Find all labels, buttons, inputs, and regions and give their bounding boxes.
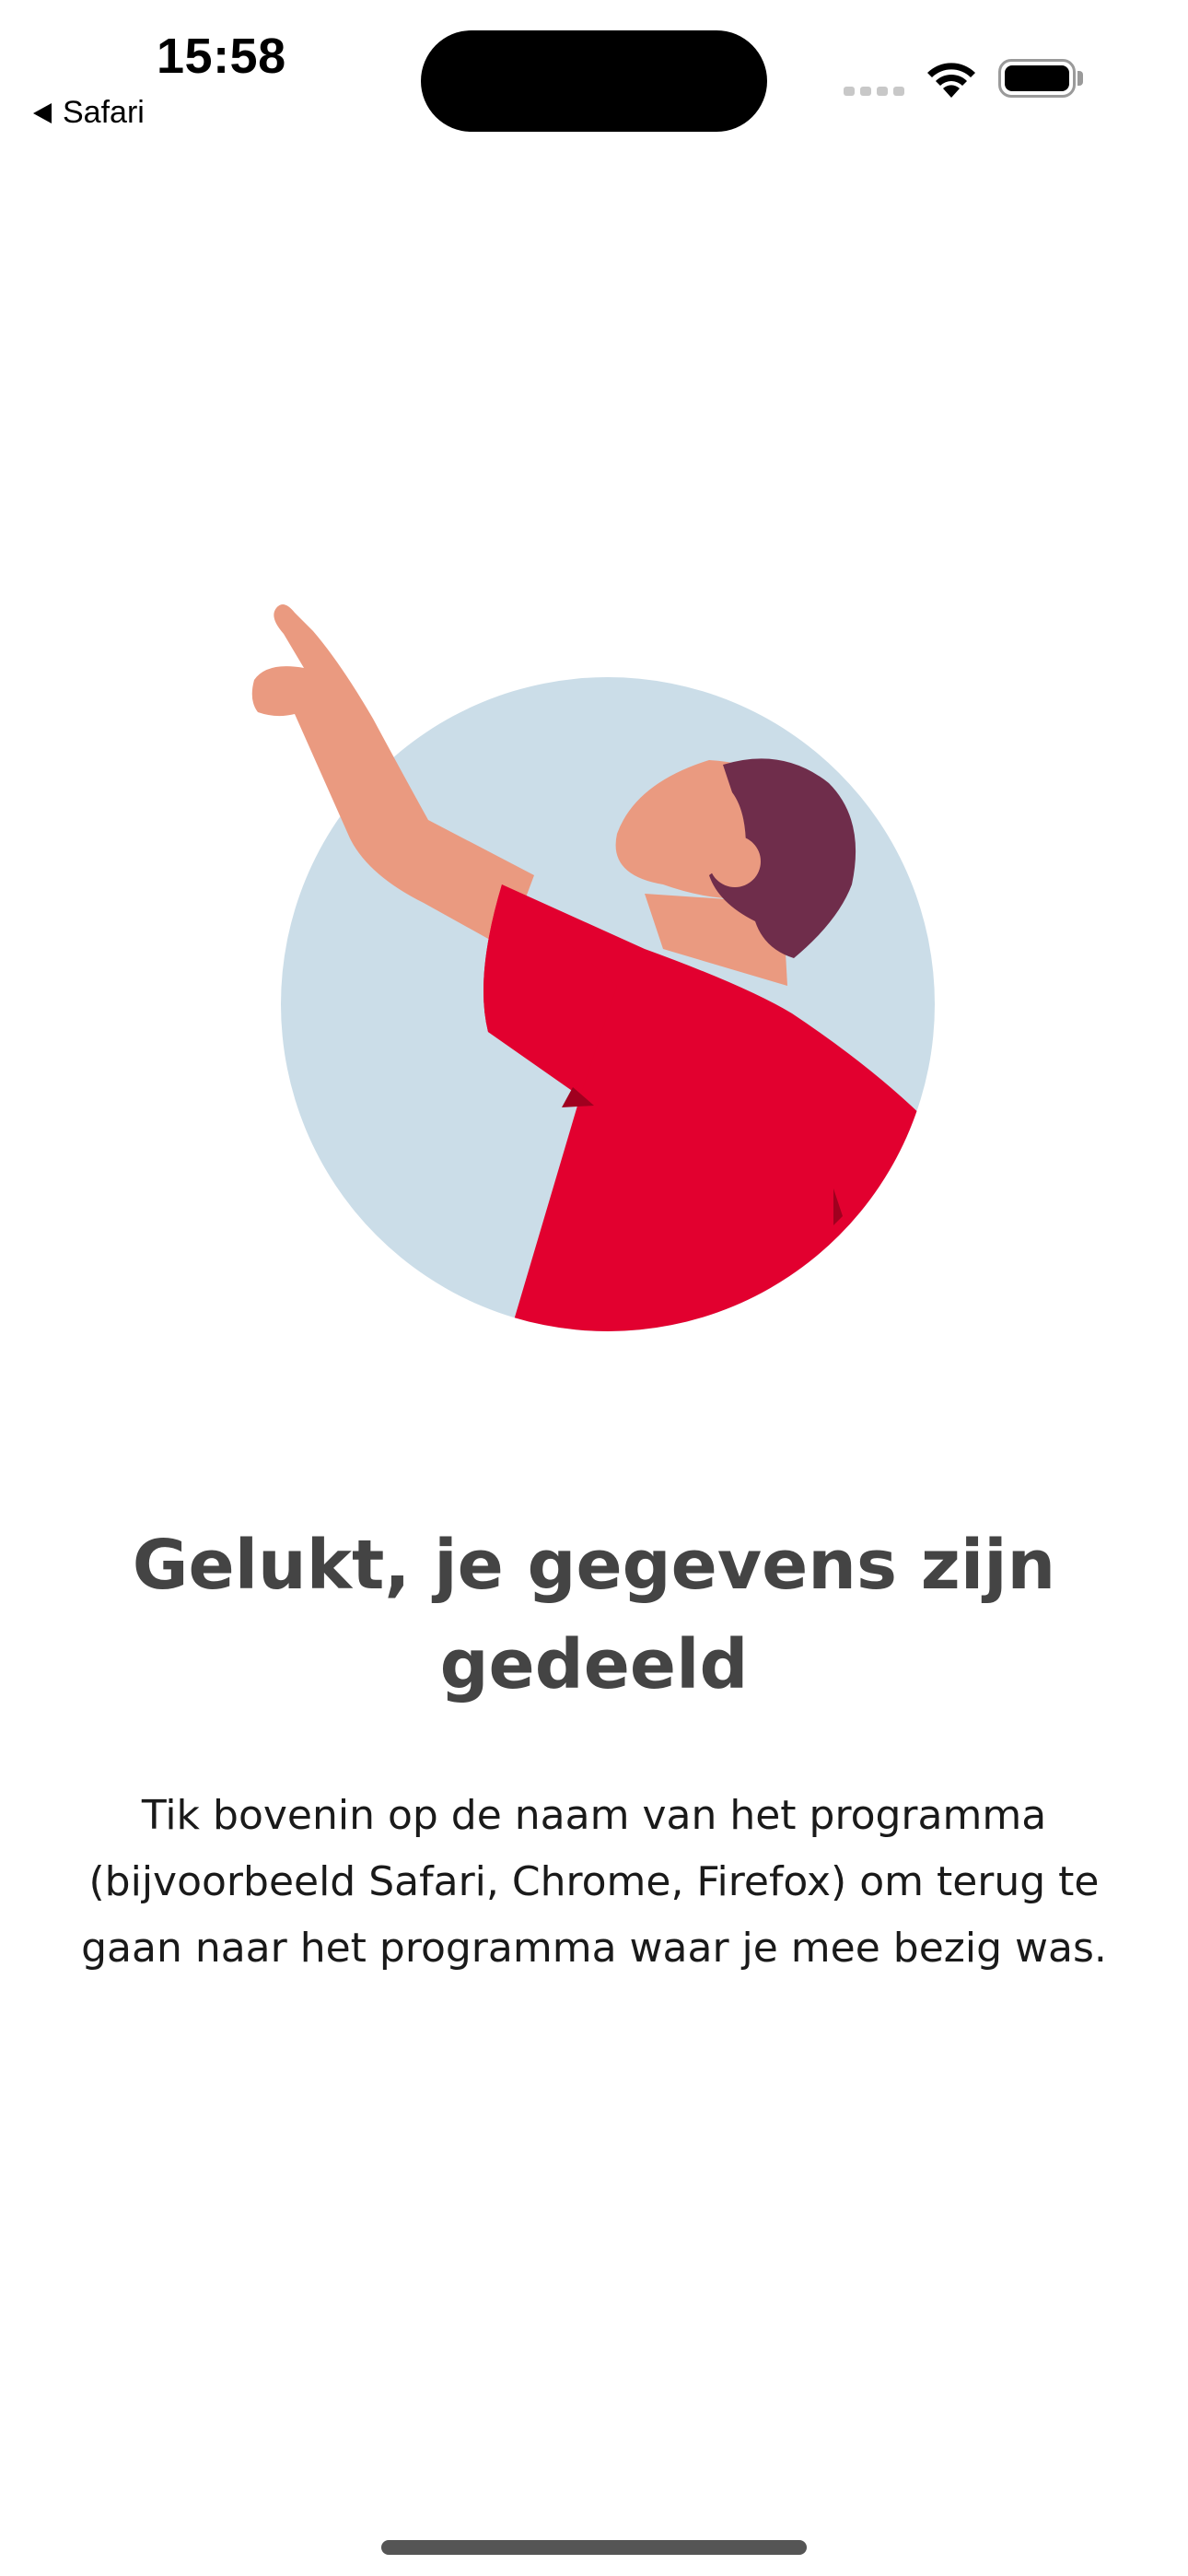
battery-icon [998, 59, 1076, 98]
wifi-icon [927, 63, 975, 98]
cellular-signal-icon [844, 87, 904, 96]
back-link-label: Safari [63, 95, 145, 130]
clock: 15:58 [157, 29, 286, 84]
status-bar: 15:58 Safari [0, 0, 1188, 147]
instruction-text: Tik bovenin op de naam van het programma… [81, 1792, 1107, 1972]
person-pointing-up-illustration [251, 604, 935, 1331]
home-indicator[interactable] [381, 2540, 807, 2555]
battery-cap [1077, 71, 1083, 86]
dynamic-island [421, 30, 767, 132]
back-triangle-icon [33, 102, 52, 123]
success-title: Gelukt, je gegevens zijn gedeeld [132, 1526, 1056, 1704]
back-to-safari-link[interactable]: Safari [33, 95, 145, 131]
ear [709, 836, 761, 887]
